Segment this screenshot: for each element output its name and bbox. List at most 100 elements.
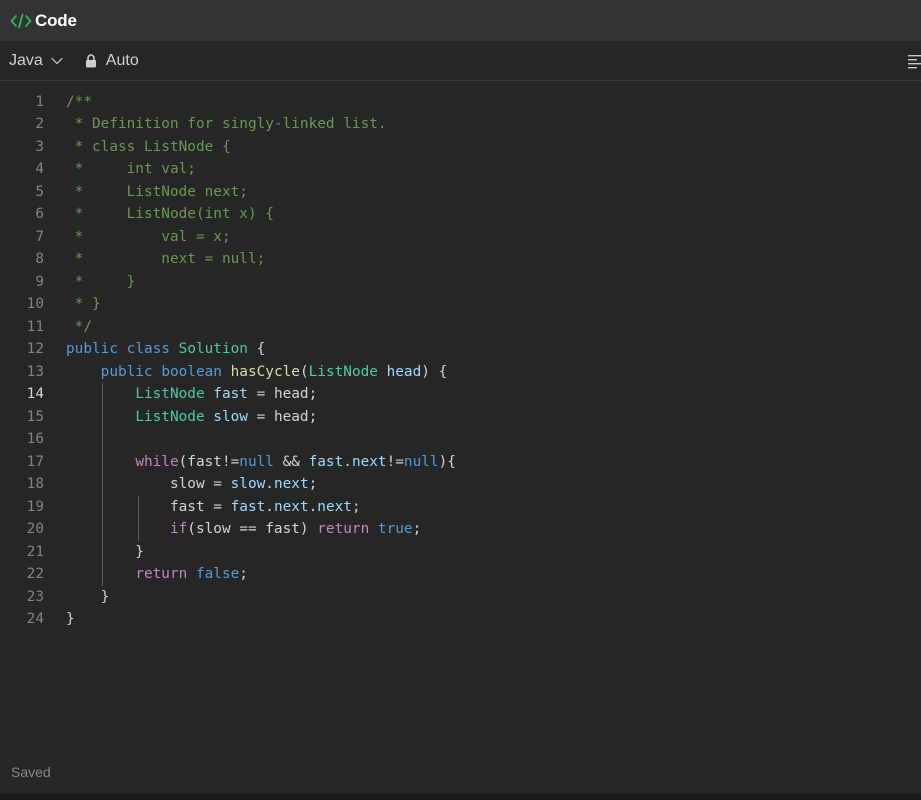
code-token: hasCycle	[230, 363, 300, 380]
code-token: slow	[213, 408, 248, 425]
code-token: ){	[438, 453, 456, 470]
code-line[interactable]: 18 slow = slow.next;	[0, 473, 921, 496]
code-token: !=	[386, 453, 404, 470]
line-number: 8	[35, 251, 44, 267]
language-select[interactable]: Java	[9, 52, 63, 70]
code-token: .	[265, 476, 274, 492]
code-token: Solution	[178, 341, 248, 357]
save-status: Saved	[11, 764, 51, 780]
code-editor[interactable]: 1 /** 2 * Definition for singly-linked lis…	[0, 82, 921, 752]
line-number: 22	[26, 566, 44, 582]
code-token: null	[403, 453, 439, 470]
code-line[interactable]: 2 * Definition for singly-linked list.	[0, 113, 921, 136]
line-number: 5	[35, 183, 44, 200]
code-token: .	[265, 498, 274, 515]
code-token: boolean	[161, 363, 222, 380]
code-line[interactable]: 24}	[0, 608, 921, 631]
code-line[interactable]: 6 * ListNode(int x) {	[0, 203, 921, 226]
code-line[interactable]: 15 ListNode slow = head;	[0, 406, 921, 429]
line-number: 12	[26, 341, 44, 357]
code-line[interactable]: 17 while(fast!=null && fast.next!=null){	[0, 451, 921, 474]
line-number: 9	[35, 273, 44, 290]
code-line[interactable]: 8 * next = null;	[0, 248, 921, 271]
code-line[interactable]: 12 public class Solution {	[0, 338, 921, 361]
code-token: slow	[230, 476, 266, 492]
code-token: ;	[239, 566, 248, 582]
code-token: null	[239, 453, 274, 470]
line-content: * class ListNode {	[66, 136, 231, 159]
code-token: &&	[273, 453, 309, 470]
code-line[interactable]: 9 * }	[0, 271, 921, 294]
line-content: }	[66, 586, 110, 609]
code-line[interactable]: 4 * int val;	[0, 158, 921, 181]
line-number: 14	[26, 386, 44, 402]
line-number: 18	[26, 476, 44, 492]
code-line[interactable]: 16	[0, 428, 921, 451]
line-content: ListNode slow = head;	[66, 406, 317, 429]
code-token: * }	[66, 296, 101, 312]
code-token: (	[299, 363, 309, 380]
code-token: head	[386, 363, 422, 380]
code-token: = head;	[247, 386, 318, 402]
code-token: fast	[213, 386, 248, 402]
line-content: ListNode fast = head;	[66, 383, 317, 406]
line-number: 7	[35, 228, 44, 245]
code-line[interactable]: 23 }	[0, 586, 921, 609]
code-token: ) {	[421, 363, 448, 380]
code-token: (fast!=	[178, 453, 240, 470]
code-line[interactable]: 1 /**	[0, 91, 921, 114]
code-token: ;	[412, 521, 422, 537]
line-content: public class Solution {	[66, 338, 265, 361]
code-token: .	[308, 498, 318, 515]
code-token: next	[273, 476, 309, 492]
code-panel: Code Java Auto 1 /** 2 * Definition for …	[0, 0, 921, 800]
line-number: 6	[35, 206, 44, 222]
code-line[interactable]: 11 */	[0, 316, 921, 339]
code-token: ;	[308, 476, 318, 492]
format-align-icon[interactable]	[905, 53, 921, 69]
code-line[interactable]: 21 }	[0, 541, 921, 564]
code-token: * val = x;	[66, 228, 231, 245]
code-icon	[10, 12, 32, 30]
line-content: }	[66, 541, 144, 564]
line-content: * val = x;	[66, 226, 231, 249]
line-number: 20	[26, 521, 44, 537]
code-token: true	[377, 521, 413, 537]
code-token: return	[135, 566, 188, 582]
line-content: * next = null;	[66, 248, 266, 271]
chevron-down-icon	[51, 57, 63, 65]
code-line[interactable]: 22 return false;	[0, 563, 921, 586]
line-content: * Definition for singly-linked list.	[66, 113, 387, 136]
line-content: slow = slow.next;	[66, 473, 317, 496]
code-line[interactable]: 10 * }	[0, 293, 921, 316]
line-number: 4	[35, 161, 44, 177]
code-token: next	[351, 453, 387, 470]
code-token: false	[195, 566, 240, 582]
code-token: next	[273, 498, 309, 515]
code-line[interactable]: 14 ListNode fast = head;	[0, 383, 921, 406]
code-line[interactable]: 3 * class ListNode {	[0, 136, 921, 159]
code-token: fast	[308, 453, 344, 470]
code-token: public	[100, 363, 153, 380]
line-content: * ListNode next;	[66, 181, 248, 204]
line-content: * int val;	[66, 158, 196, 181]
panel-bottom-edge	[0, 794, 921, 800]
indent-guide	[102, 383, 103, 586]
line-number: 10	[26, 296, 44, 312]
code-line[interactable]: 13 public boolean hasCycle(ListNode head…	[0, 361, 921, 384]
line-content: while(fast!=null && fast.next!=null){	[66, 451, 456, 474]
line-number: 21	[26, 543, 44, 560]
code-line[interactable]: 5 * ListNode next;	[0, 181, 921, 204]
code-token: fast	[230, 498, 266, 515]
line-number: 11	[26, 318, 44, 335]
code-line[interactable]: 7 * val = x;	[0, 226, 921, 249]
auto-mode-button[interactable]: Auto	[85, 52, 139, 70]
